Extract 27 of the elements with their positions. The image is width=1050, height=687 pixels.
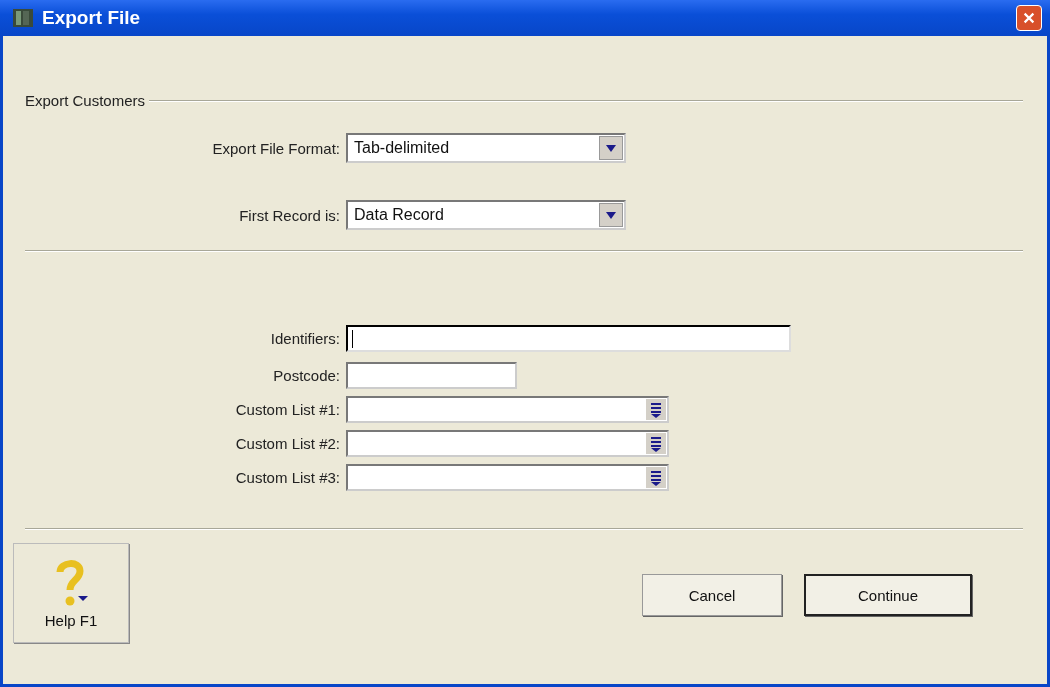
list-field[interactable] [346, 430, 669, 457]
cancel-button[interactable]: Cancel [642, 574, 782, 616]
field-label: First Record is: [238, 206, 341, 224]
dropdown-field[interactable]: Tab-delimited [346, 133, 626, 163]
list-field[interactable] [346, 464, 669, 491]
close-icon [1022, 11, 1036, 25]
field-label: Postcode: [272, 367, 341, 384]
list-picker-icon [650, 401, 662, 418]
list-picker-icon [650, 469, 662, 486]
dropdown-arrow-icon [606, 144, 616, 152]
field-label: Custom List #3: [234, 469, 341, 486]
list-field[interactable] [346, 396, 669, 423]
help-button[interactable]: Help F1 [13, 543, 129, 643]
dropdown-field[interactable]: Data Record [346, 200, 626, 230]
group-label: Export Customers [25, 92, 146, 109]
field-label: Identifiers: [269, 330, 341, 347]
field-label: Export File Format: [211, 139, 341, 157]
dropdown-arrow-icon [606, 211, 616, 219]
field-label: Custom List #1: [234, 401, 341, 418]
window-title: Export File [42, 7, 142, 29]
list-picker-icon [650, 435, 662, 452]
close-button[interactable] [1016, 5, 1042, 31]
field-label: Custom List #2: [234, 435, 341, 452]
help-icon [54, 557, 88, 608]
app-icon [12, 7, 34, 29]
input-field[interactable] [346, 325, 791, 352]
continue-button[interactable]: Continue [804, 574, 972, 616]
